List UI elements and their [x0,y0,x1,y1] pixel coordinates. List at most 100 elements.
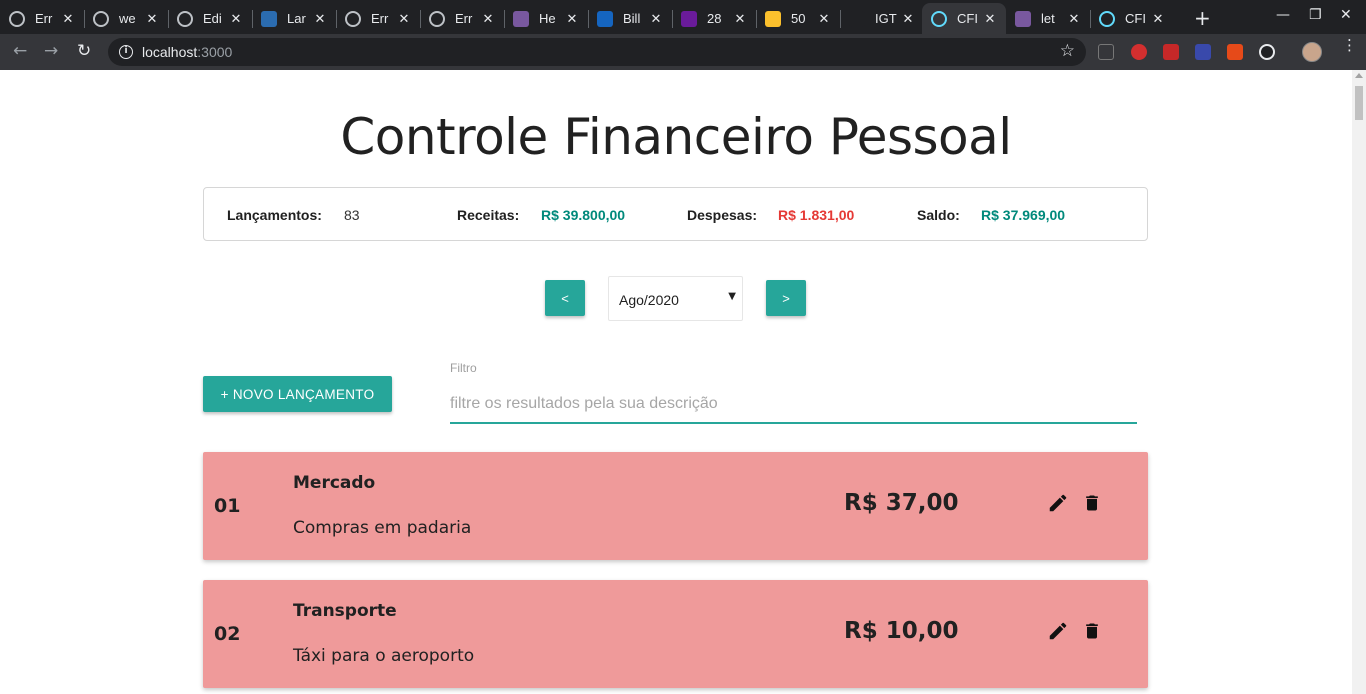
browser-tab[interactable]: IGT ✕ [840,3,922,34]
reload-icon[interactable]: ↻ [77,41,91,61]
browser-tab[interactable]: Lar ✕ [252,3,334,34]
tab-close-icon[interactable]: ✕ [983,11,997,27]
entry-card: 01 Mercado Compras em padaria R$ 37,00 [203,452,1148,560]
extension-icon[interactable] [1195,44,1211,60]
github-icon [177,10,193,27]
fe-icon [597,10,613,27]
next-period-button[interactable]: > [766,280,806,316]
scroll-up-icon[interactable] [1355,73,1363,78]
extension-icon[interactable] [1163,44,1179,60]
url-text[interactable]: localhost:3000 [142,44,232,60]
expense-label: Despesas: [687,207,758,223]
browser-tab[interactable]: Err ✕ [420,3,502,34]
tab-close-icon[interactable]: ✕ [313,11,327,27]
tab-close-icon[interactable]: ✕ [61,11,75,27]
circle-icon [681,10,697,27]
tab-title: CFI [1125,11,1146,26]
new-entry-button[interactable]: + NOVO LANÇAMENTO [203,376,392,412]
tab-title: 50 [791,11,806,26]
balance-value: R$ 37.969,00 [981,207,1066,223]
forward-icon[interactable]: → [44,41,58,61]
browser-tabstrip: Err ✕ we ✕ Edi ✕ Lar ✕ Err ✕ Err ✕ He ✕ Bill ✕ 28 ✕ 50 ✕ IGT… [0,0,1366,34]
github-icon [429,10,445,27]
adblock-icon[interactable] [1131,44,1147,60]
browser-tab[interactable]: Err ✕ [0,3,82,34]
tab-title: Err [35,11,53,26]
scrollbar-thumb[interactable] [1355,86,1363,120]
expense-value: R$ 1.831,00 [778,207,855,223]
browser-tab[interactable]: Edi ✕ [168,3,250,34]
tab-title: Edi [203,11,222,26]
close-window-icon[interactable]: ✕ [1340,7,1352,23]
restore-icon[interactable]: ❐ [1309,7,1322,23]
tab-title: Err [371,11,389,26]
site-info-icon[interactable]: i [119,45,133,59]
entry-description: Compras em padaria [293,518,472,538]
previous-period-button[interactable]: < [545,280,585,316]
entry-description: Táxi para o aeroporto [293,646,475,666]
entry-amount: R$ 37,00 [844,490,959,516]
tab-title: we [119,11,136,26]
tab-title: IGT [875,11,897,26]
bookmark-star-icon[interactable]: ☆ [1060,41,1075,61]
avatar[interactable] [1302,42,1322,62]
period-selected-value: Ago/2020 [619,292,679,308]
extension-icon[interactable] [1227,44,1243,60]
browser-tab[interactable]: we ✕ [84,3,166,34]
browser-tab[interactable]: CFI ✕ [922,3,1006,34]
delete-trash-icon[interactable] [1082,620,1102,642]
github-icon [9,10,25,27]
entry-number: 02 [214,623,241,645]
entry-amount: R$ 10,00 [844,618,959,644]
browser-tab[interactable]: 28 ✕ [672,3,754,34]
tab-close-icon[interactable]: ✕ [649,11,663,27]
delete-trash-icon[interactable] [1082,492,1102,514]
browser-menu-icon[interactable]: ⋮ [1342,38,1357,53]
new-tab-button[interactable]: + [1194,6,1211,30]
tab-title: Err [455,11,473,26]
income-label: Receitas: [457,207,520,223]
browser-tab[interactable]: CFI ✕ [1090,3,1172,34]
tab-close-icon[interactable]: ✕ [481,11,495,27]
tab-title: Lar [287,11,306,26]
page-content: Controle Financeiro Pessoal Lançamentos:… [0,70,1352,694]
tab-title: CFI [957,11,978,26]
browser-tab[interactable]: He ✕ [504,3,586,34]
entry-number: 01 [214,495,241,517]
github-icon[interactable] [1259,44,1275,60]
tab-close-icon[interactable]: ✕ [1067,11,1081,27]
entry-card: 02 Transporte Táxi para o aeroporto R$ 10,0… [203,580,1148,688]
react-icon [931,10,947,27]
filter-input[interactable] [450,386,1137,424]
tab-close-icon[interactable]: ✕ [1151,11,1165,27]
address-bar[interactable]: i localhost:3000 ☆ [108,38,1086,66]
entry-category: Transporte [293,601,397,621]
browser-tab[interactable]: 50 ✕ [756,3,838,34]
tab-close-icon[interactable]: ✕ [733,11,747,27]
entries-count-label: Lançamentos: [227,207,322,223]
browser-tab[interactable]: let ✕ [1006,3,1088,34]
tab-close-icon[interactable]: ✕ [817,11,831,27]
url-host: localhost [142,44,198,60]
igti-icon [849,10,865,27]
browser-tab[interactable]: Err ✕ [336,3,418,34]
period-select[interactable]: Ago/2020 ▼ [608,276,743,321]
balance-label: Saldo: [917,207,960,223]
back-icon[interactable]: ← [13,41,27,61]
extension-icon[interactable] [1098,44,1114,60]
tab-close-icon[interactable]: ✕ [145,11,159,27]
minimize-icon[interactable]: — [1276,7,1290,23]
tab-close-icon[interactable]: ✕ [565,11,579,27]
browser-tab[interactable]: Bill ✕ [588,3,670,34]
react-icon [1099,10,1115,27]
tab-close-icon[interactable]: ✕ [901,11,915,27]
laravel-icon [261,10,277,27]
edit-pencil-icon[interactable] [1047,620,1069,642]
page-title: Controle Financeiro Pessoal [340,108,1012,166]
tab-close-icon[interactable]: ✕ [397,11,411,27]
tab-close-icon[interactable]: ✕ [229,11,243,27]
github-icon [93,10,109,27]
edit-pencil-icon[interactable] [1047,492,1069,514]
scrollbar[interactable] [1352,70,1366,694]
dropdown-arrow-icon: ▼ [728,291,736,302]
